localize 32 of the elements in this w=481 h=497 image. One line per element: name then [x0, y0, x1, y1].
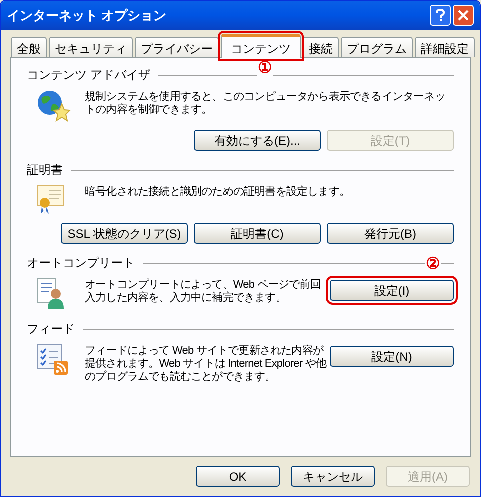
tab[interactable]: 全般	[11, 37, 47, 57]
section-heading: 証明書	[27, 162, 63, 179]
description: オートコンプリートによって、Web ページで前回入力した内容を、入力中に補完できます。	[85, 278, 322, 305]
button[interactable]: OK	[196, 466, 280, 487]
callout-number: ①	[257, 61, 273, 77]
button[interactable]: 設定(N)	[330, 346, 454, 367]
section-heading: オートコンプリート	[27, 255, 135, 272]
button[interactable]: キャンセル	[291, 466, 375, 487]
window-title: インターネット オプション	[7, 6, 168, 25]
help-icon	[436, 9, 445, 22]
tab[interactable]: セキュリティ	[49, 37, 133, 57]
description: フィードによって Web サイトで更新された内容が提供されます。Web サイトは Internet Explorer や他のプログラムでも読むことができます。	[85, 344, 328, 384]
tab[interactable]: プライバシー	[135, 37, 219, 57]
section-heading: フィード	[27, 321, 75, 338]
button[interactable]: SSL 状態のクリア(S)	[61, 223, 188, 244]
certificate-icon	[37, 185, 65, 215]
close-button[interactable]	[453, 5, 474, 26]
document-person-icon	[37, 278, 65, 310]
help-button[interactable]	[430, 5, 451, 26]
globe-star-icon	[37, 90, 71, 122]
button[interactable]: 証明書(C)	[194, 223, 321, 244]
tab[interactable]: 詳細設定	[415, 37, 475, 57]
tab[interactable]: 接続	[303, 37, 339, 57]
button[interactable]: 発行元(B)	[327, 223, 454, 244]
tab[interactable]: コンテンツ	[221, 34, 301, 58]
tab[interactable]: プログラム	[341, 37, 413, 57]
button[interactable]: 有効にする(E)...	[194, 130, 321, 151]
close-icon	[458, 10, 469, 21]
checklist-feed-icon	[37, 344, 69, 376]
description: 規制システムを使用すると、このコンピュータから表示できるインターネットの内容を制御できます。	[85, 90, 446, 117]
section-heading: コンテンツ アドバイザ	[27, 67, 150, 84]
description: 暗号化された接続と識別のための証明書を設定します。	[85, 184, 352, 199]
